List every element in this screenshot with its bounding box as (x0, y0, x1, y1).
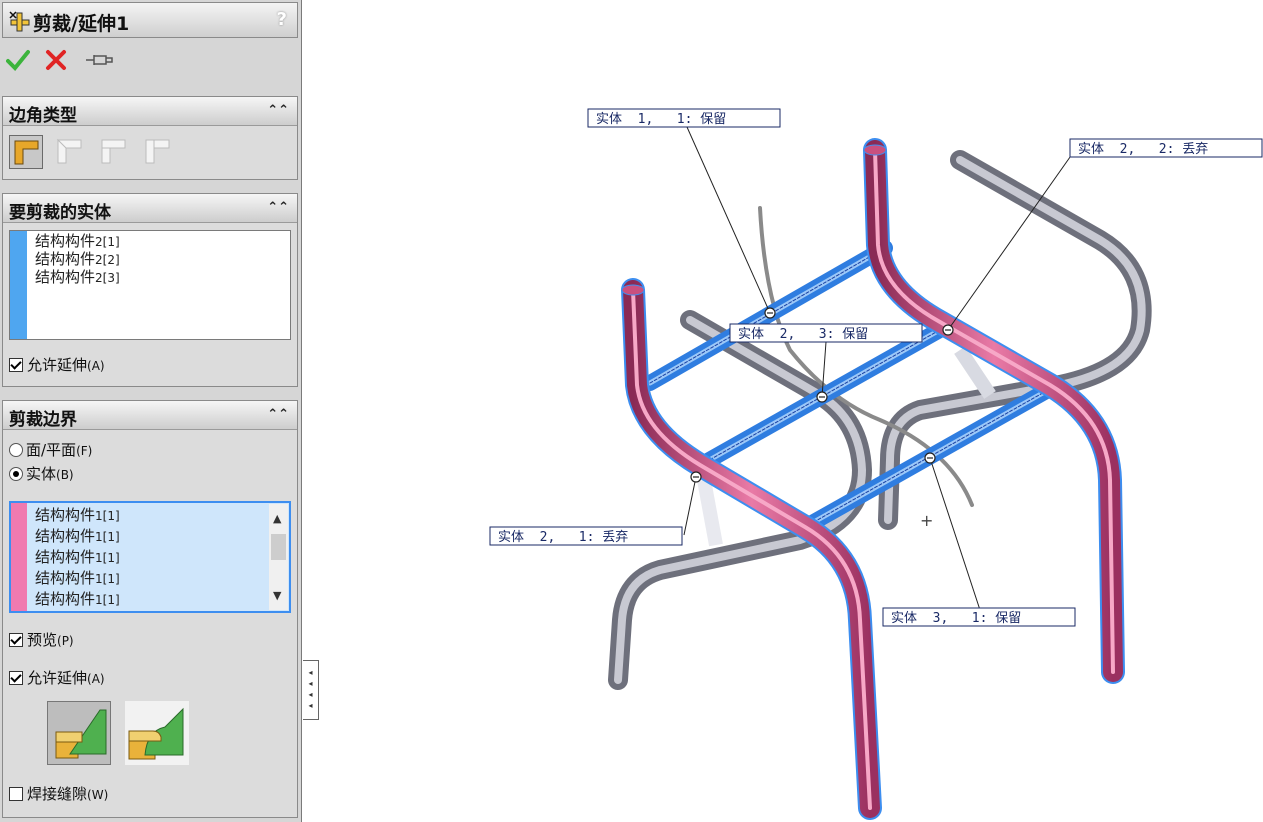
allow-extend-checkbox-2[interactable]: 允许延伸(A) (9, 667, 105, 688)
panel-title: 剪裁/延伸1 (33, 13, 130, 35)
checkbox-box[interactable] (9, 787, 23, 801)
graphics-viewport[interactable]: + 实体 1, 1: 保留 实体 2, 2: 丢弃 实体 2, 3: 保留 实体… (320, 0, 1263, 822)
callout-body-3-1[interactable]: 实体 3, 1: 保留 (882, 607, 1076, 627)
trim-extend-icon (9, 11, 31, 37)
selection-color-strip (10, 231, 27, 339)
callout-body-2-1[interactable]: 实体 2, 1: 丢弃 (489, 526, 683, 546)
cursor-crosshair-icon: + (920, 511, 933, 530)
list-item[interactable]: 结构构件2[1] (35, 233, 120, 251)
scroll-down-icon[interactable]: ▼ (273, 589, 281, 602)
checkbox-box[interactable] (9, 671, 23, 685)
trim-planar-button[interactable] (47, 701, 111, 765)
trim-boundary-group: 剪裁边界 ⌃⌃ 面/平面(F) 实体(B) 结构构件1[1] 结构构件1[1] … (2, 400, 298, 818)
corner-type-group: 边角类型 ⌃⌃ (2, 96, 298, 180)
bodies-to-trim-list[interactable]: 结构构件2[1] 结构构件2[2] 结构构件2[3] (9, 230, 291, 340)
bodies-to-trim-label: 要剪裁的实体 (9, 203, 111, 223)
corner-end-butt2-button[interactable] (141, 135, 173, 167)
trim-boundary-label: 剪裁边界 (9, 410, 77, 430)
collapse-chevron-icon[interactable]: ⌃⌃ (267, 407, 289, 422)
allow-extend-checkbox-1[interactable]: 允许延伸(A) (9, 354, 105, 375)
callout-body-2-3[interactable]: 实体 2, 3: 保留 (729, 323, 923, 343)
panel-collapse-grip[interactable]: ◂ ◂ ◂ ◂ (303, 660, 319, 720)
trim-preview-ghost (697, 478, 723, 547)
radio-circle[interactable] (9, 443, 23, 457)
tube-end (621, 284, 645, 296)
corner-end-miter-button[interactable] (53, 135, 85, 167)
tube-end (863, 144, 887, 156)
list-item[interactable]: 结构构件1[1] (35, 547, 120, 568)
callout-body-1-1[interactable]: 实体 1, 1: 保留 (587, 108, 781, 128)
list-item[interactable]: 结构构件1[1] (35, 589, 120, 610)
bodies-to-trim-header[interactable]: 要剪裁的实体 ⌃⌃ (3, 194, 297, 223)
radio-circle[interactable] (9, 467, 23, 481)
callout-text: 实体 2, 2: 丢弃 (1078, 142, 1208, 157)
corner-type-header[interactable]: 边角类型 ⌃⌃ (3, 97, 297, 126)
property-manager-panel: 剪裁/延伸1 ? 边角类型 ⌃⌃ 要剪裁的实体 ⌃⌃ 结构构件2[1] 结构构件… (0, 0, 302, 822)
list-item[interactable]: 结构构件2[3] (35, 269, 120, 287)
callout-text: 实体 3, 1: 保留 (891, 611, 1021, 626)
list-item[interactable]: 结构构件1[1] (35, 505, 120, 526)
cancel-icon[interactable] (44, 48, 68, 76)
bodies-to-trim-group: 要剪裁的实体 ⌃⌃ 结构构件2[1] 结构构件2[2] 结构构件2[3] 允许延… (2, 193, 298, 387)
callout-text: 实体 2, 3: 保留 (738, 327, 868, 342)
title-bar: 剪裁/延伸1 ? (2, 2, 298, 38)
callout-text: 实体 1, 1: 保留 (596, 112, 726, 127)
list-item[interactable]: 结构构件1[1] (35, 526, 120, 547)
trim-body-button[interactable] (125, 701, 189, 765)
weld-gap-checkbox[interactable]: 焊接缝隙(W) (9, 783, 108, 804)
callout-body-2-2[interactable]: 实体 2, 2: 丢弃 (1069, 138, 1263, 158)
scroll-up-icon[interactable]: ▲ (273, 512, 281, 525)
callout-text: 实体 2, 1: 丢弃 (498, 530, 628, 545)
trim-boundary-header[interactable]: 剪裁边界 ⌃⌃ (3, 401, 297, 430)
checkbox-box[interactable] (9, 633, 23, 647)
action-row (6, 48, 156, 76)
corner-end-trim-button[interactable] (9, 135, 43, 169)
list-item[interactable]: 结构构件1[1] (35, 568, 120, 589)
ok-icon[interactable] (6, 48, 30, 76)
corner-type-label: 边角类型 (9, 106, 77, 126)
checkbox-box[interactable] (9, 358, 23, 372)
list-item[interactable]: 结构构件2[2] (35, 251, 120, 269)
scroll-thumb[interactable] (271, 534, 286, 560)
trim-boundary-list[interactable]: 结构构件1[1] 结构构件1[1] 结构构件1[1] 结构构件1[1] 结构构件… (9, 501, 291, 613)
help-button[interactable]: ? (277, 9, 287, 30)
collapse-chevron-icon[interactable]: ⌃⌃ (267, 103, 289, 118)
list-scrollbar[interactable]: ▲ ▼ (269, 504, 288, 610)
selection-color-strip (11, 503, 27, 611)
face-plane-radio[interactable]: 面/平面(F) (9, 439, 92, 460)
collapse-chevron-icon[interactable]: ⌃⌃ (267, 200, 289, 215)
pin-icon[interactable] (84, 50, 114, 74)
body-radio[interactable]: 实体(B) (9, 463, 74, 484)
corner-end-butt1-button[interactable] (97, 135, 129, 167)
preview-checkbox[interactable]: 预览(P) (9, 629, 74, 650)
